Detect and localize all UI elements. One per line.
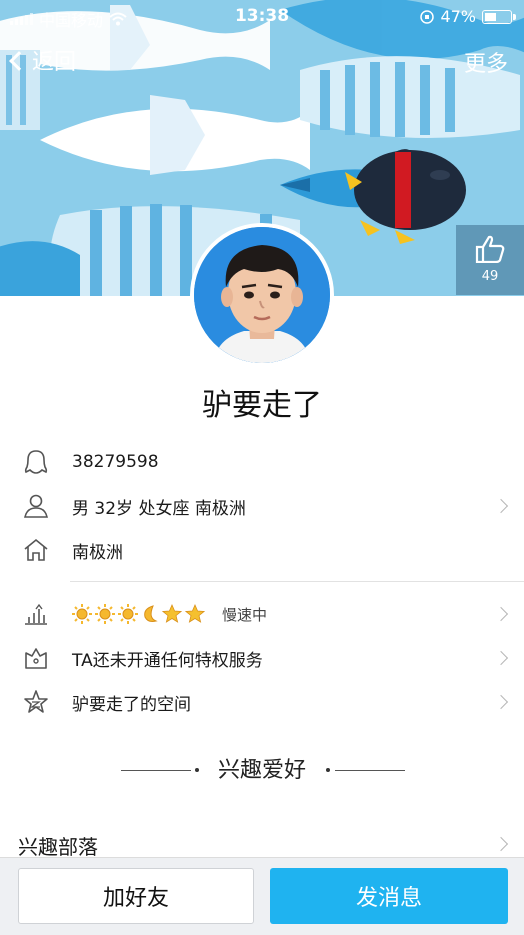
section-divider-right	[335, 770, 405, 771]
avatar-photo	[194, 227, 330, 363]
chevron-right-icon	[493, 694, 509, 710]
battery-percent: 47%	[440, 7, 476, 26]
hometown: 南极洲	[72, 542, 123, 563]
interest-tribe-label: 兴趣部落	[18, 835, 98, 859]
battery-icon	[482, 9, 516, 24]
level-row[interactable]: 慢速中	[0, 592, 524, 636]
crown-badge-icon	[25, 648, 47, 669]
thumbs-up-icon	[475, 235, 505, 264]
sun-icon	[72, 604, 92, 624]
section-dot-right	[326, 768, 330, 772]
qzone-row[interactable]: 驴要走了的空间	[0, 680, 524, 724]
status-bar: 中国移动 13:38 47%	[0, 0, 524, 34]
avatar[interactable]	[190, 223, 334, 367]
penguin-outline-icon	[24, 450, 48, 474]
chevron-right-icon	[493, 836, 509, 852]
level-icons	[72, 604, 205, 624]
privilege-text: TA还未开通任何特权服务	[72, 650, 263, 671]
like-count: 49	[481, 269, 499, 284]
basic-info: 男 32岁 处女座 南极洲	[72, 498, 246, 519]
chevron-left-icon	[9, 51, 29, 71]
person-icon	[24, 494, 48, 518]
nickname: 驴要走了	[202, 388, 322, 423]
privilege-row[interactable]: TA还未开通任何特权服务	[0, 636, 524, 680]
chevron-right-icon	[493, 650, 509, 666]
interests-section-title: 兴趣爱好	[217, 758, 306, 783]
home-icon	[24, 538, 48, 561]
level-speed: 慢速中	[222, 605, 268, 624]
basic-info-row[interactable]: 男 32岁 处女座 南极洲	[0, 484, 524, 528]
chevron-right-icon	[493, 606, 509, 622]
qq-number-row: 38279598	[0, 440, 524, 484]
orientation-lock-icon	[420, 9, 435, 24]
level-chart-icon	[25, 603, 47, 625]
more-button[interactable]: 更多	[464, 46, 508, 78]
like-button[interactable]: 49	[456, 225, 524, 295]
star-icon	[162, 604, 182, 623]
send-message-button[interactable]: 发消息	[270, 868, 508, 924]
sun-icon	[118, 604, 138, 624]
hometown-row: 南极洲	[0, 528, 524, 572]
star-icon	[185, 604, 205, 623]
sun-icon	[95, 604, 115, 624]
back-label: 返回	[32, 50, 77, 75]
back-button[interactable]: 返回	[9, 44, 77, 76]
moon-icon	[144, 605, 158, 622]
chevron-right-icon	[493, 498, 509, 514]
qzone-star-icon	[24, 690, 48, 713]
divider	[70, 581, 524, 582]
add-friend-button[interactable]: 加好友	[18, 868, 254, 924]
qzone-label: 驴要走了的空间	[72, 694, 191, 715]
bottom-action-bar: 加好友 发消息	[0, 857, 524, 935]
qq-number: 38279598	[72, 452, 159, 472]
